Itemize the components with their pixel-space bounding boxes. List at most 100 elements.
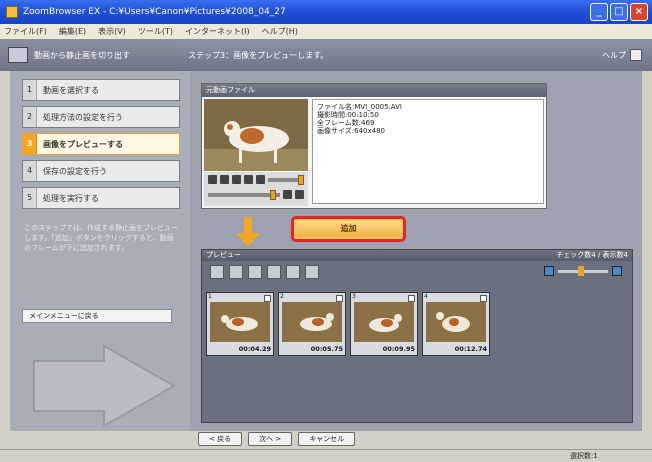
info-line: 撮影時間:00:10:50 — [317, 111, 379, 119]
step-description: このステップでは、作成する静止画をプレビューします。「追加」ボタンをクリックする… — [24, 224, 178, 252]
wizard-navigation: < 戻る 次へ > キャンセル — [198, 432, 356, 446]
thumbnail-checkbox[interactable] — [480, 295, 487, 302]
info-line: 全フレーム数:469 — [317, 119, 375, 127]
thumbnail-item[interactable]: 2 00:05.75 — [278, 292, 346, 356]
check-count-label: チェック数4 / 表示数4 — [556, 251, 628, 259]
thumbnail-timecode: 00:04.29 — [238, 345, 271, 353]
step-label: 処理を実行する — [43, 193, 99, 203]
thumbnail-item[interactable]: 3 00:09.95 — [350, 292, 418, 356]
menu-internet[interactable]: インターネット(I) — [185, 26, 250, 37]
volume-icon[interactable] — [256, 175, 265, 184]
main-menu-label: メインメニューに戻る — [29, 312, 99, 320]
thumbnail-list: 1 00:04.29 2 00:05.75 3 00:09.95 4 00:12… — [206, 292, 490, 356]
preview-panel: プレビュー チェック数4 / 表示数4 1 00:04.29 2 00:05.7… — [201, 249, 633, 423]
cancel-button[interactable]: キャンセル — [298, 432, 356, 446]
thumbnail-checkbox[interactable] — [264, 295, 271, 302]
jump-end-icon[interactable] — [295, 190, 304, 199]
window-controls: _ □ × — [590, 3, 648, 21]
menu-edit[interactable]: 編集(E) — [59, 26, 86, 37]
step-list: 1 動画を選択する 2 処理方法の設定を行う 3 画像をプレビューする 4 保存… — [22, 79, 180, 214]
seek-slider[interactable] — [208, 189, 280, 200]
thumbnail-image — [282, 302, 342, 342]
jump-forward-icon[interactable] — [283, 190, 292, 199]
main-area: 元動画ファイル ファイル名:MVI_0005.AVI 撮影時間:00:10:50… — [190, 71, 642, 431]
menu-help[interactable]: ヘルプ(H) — [262, 26, 298, 37]
info-line: 画像サイズ:640x480 — [317, 127, 386, 135]
stop-icon[interactable] — [220, 175, 229, 184]
menu-file[interactable]: ファイル(F) — [4, 26, 47, 37]
movie-icon — [8, 47, 28, 63]
grid-icon[interactable] — [229, 265, 243, 279]
decorative-arrow-icon — [33, 344, 177, 428]
add-button-label: 追加 — [296, 221, 401, 237]
sort-icon[interactable] — [267, 265, 281, 279]
step-item-preview[interactable]: 3 画像をプレビューする — [22, 133, 180, 155]
step-label: 保存の設定を行う — [43, 166, 107, 176]
header-left: 動画から静止画を切り出す — [0, 39, 176, 71]
deselect-icon[interactable] — [248, 265, 262, 279]
help-button[interactable]: ヘルプ — [602, 49, 642, 61]
menu-bar: ファイル(F) 編集(E) 表示(V) ツール(T) インターネット(I) ヘル… — [0, 24, 652, 39]
play-icon[interactable] — [208, 175, 217, 184]
sidebar: 1 動画を選択する 2 処理方法の設定を行う 3 画像をプレビューする 4 保存… — [10, 71, 190, 431]
thumbnail-item[interactable]: 1 00:04.29 — [206, 292, 274, 356]
small-thumbnail-icon[interactable] — [544, 266, 554, 276]
thumbnail-size-control — [544, 265, 622, 276]
step-number: 2 — [23, 107, 37, 127]
help-icon — [630, 49, 642, 61]
preview-title-label: プレビュー — [206, 251, 241, 259]
remove-icon[interactable] — [305, 265, 319, 279]
next-button[interactable]: 次へ > — [248, 432, 293, 446]
step-number: 1 — [23, 80, 37, 100]
menu-tools[interactable]: ツール(T) — [138, 26, 173, 37]
thumbnail-image — [210, 302, 270, 342]
thumbnail-number: 3 — [352, 293, 356, 300]
step-number: 4 — [23, 161, 37, 181]
menu-view[interactable]: 表示(V) — [98, 26, 126, 37]
file-info-box: ファイル名:MVI_0005.AVI 撮影時間:00:10:50 全フレーム数:… — [312, 99, 544, 204]
step-label: 画像をプレビューする — [43, 139, 123, 149]
app-icon — [6, 6, 18, 18]
thumbnail-timecode: 00:12.74 — [454, 345, 487, 353]
thumbnail-number: 4 — [424, 293, 428, 300]
video-preview — [204, 99, 308, 171]
add-button[interactable]: 追加 — [291, 216, 406, 242]
status-bar: 選択数:1 — [0, 449, 652, 462]
step-item-execute[interactable]: 5 処理を実行する — [22, 187, 180, 209]
thumbnail-number: 1 — [208, 293, 212, 300]
minimize-button[interactable]: _ — [590, 3, 608, 21]
down-arrow-icon — [236, 217, 260, 247]
thumbnail-checkbox[interactable] — [336, 295, 343, 302]
maximize-button[interactable]: □ — [610, 3, 628, 21]
next-frame-icon[interactable] — [244, 175, 253, 184]
step-item-select-movie[interactable]: 1 動画を選択する — [22, 79, 180, 101]
step-item-save-settings[interactable]: 4 保存の設定を行う — [22, 160, 180, 182]
select-all-icon[interactable] — [210, 265, 224, 279]
window-title: ZoomBrowser EX - C:¥Users¥Canon¥Pictures… — [23, 7, 286, 17]
step-item-method[interactable]: 2 処理方法の設定を行う — [22, 106, 180, 128]
thumbnail-image — [354, 302, 414, 342]
info-line: ファイル名:MVI_0005.AVI — [317, 103, 402, 111]
back-button[interactable]: < 戻る — [198, 432, 243, 446]
large-thumbnail-icon[interactable] — [612, 266, 622, 276]
thumbnail-item[interactable]: 4 00:12.74 — [422, 292, 490, 356]
step-caption: ステップ3：画像をプレビューします。 — [188, 50, 329, 60]
header-left-label: 動画から静止画を切り出す — [34, 50, 130, 60]
filter-icon[interactable] — [286, 265, 300, 279]
thumbnail-number: 2 — [280, 293, 284, 300]
header-right: ステップ3：画像をプレビューします。 ヘルプ — [176, 49, 652, 61]
thumbnail-checkbox[interactable] — [408, 295, 415, 302]
source-movie-panel: 元動画ファイル ファイル名:MVI_0005.AVI 撮影時間:00:10:50… — [201, 83, 547, 209]
title-bar: ZoomBrowser EX - C:¥Users¥Canon¥Pictures… — [0, 0, 652, 24]
step-number: 5 — [23, 188, 37, 208]
help-label: ヘルプ — [602, 50, 626, 60]
volume-slider[interactable] — [268, 174, 304, 185]
main-menu-button[interactable]: メインメニューに戻る — [22, 309, 172, 323]
step-label: 動画を選択する — [43, 85, 99, 95]
thumbnail-size-slider[interactable] — [558, 265, 608, 276]
header-bar: 動画から静止画を切り出す ステップ3：画像をプレビューします。 ヘルプ — [0, 39, 652, 71]
prev-frame-icon[interactable] — [232, 175, 241, 184]
thumbnail-timecode: 00:09.95 — [382, 345, 415, 353]
playback-controls — [204, 172, 308, 206]
close-button[interactable]: × — [630, 3, 648, 21]
